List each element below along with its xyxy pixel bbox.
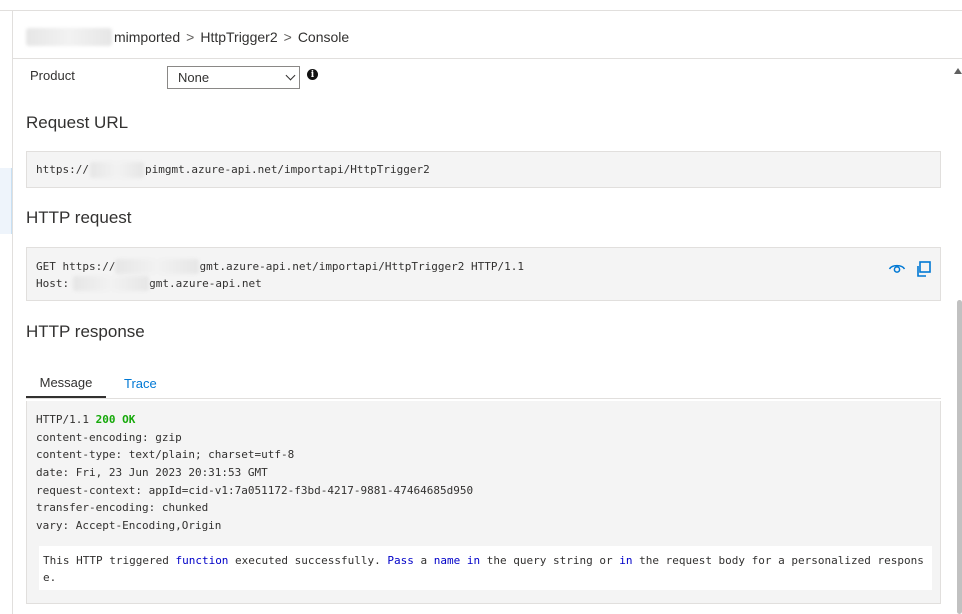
product-select[interactable]: None	[167, 66, 300, 89]
host-header-suffix: gmt.azure-api.net	[149, 277, 262, 290]
response-header: transfer-encoding: chunked	[36, 501, 209, 515]
http-request-box: GET https:// gmt.azure-api.net/importapi…	[26, 247, 941, 301]
left-rail	[12, 11, 13, 614]
body-text: This HTTP triggered	[43, 554, 176, 567]
status-code: 200 OK	[95, 413, 136, 427]
response-header: content-type: text/plain; charset=utf-8	[36, 448, 295, 462]
tab-message[interactable]: Message	[26, 368, 106, 398]
breadcrumb-separator: >	[283, 29, 292, 45]
response-header: vary: Accept-Encoding,Origin	[36, 518, 222, 532]
response-header: content-encoding: gzip	[36, 430, 182, 444]
breadcrumb: mimported > HttpTrigger2 > Console	[26, 28, 349, 46]
request-method-url-prefix: GET https://	[36, 260, 116, 273]
product-select-value: None	[178, 70, 210, 85]
body-keyword: in	[466, 554, 481, 567]
breadcrumb-item-api[interactable]: mimported	[114, 29, 180, 45]
copy-icon[interactable]	[915, 261, 931, 280]
response-body: This HTTP triggered function executed su…	[39, 546, 932, 590]
info-icon[interactable]: i	[307, 69, 318, 80]
redacted-text	[73, 276, 150, 291]
left-rail-selection	[0, 168, 12, 234]
redacted-text	[115, 259, 200, 274]
request-url-box: https:// pimgmt.azure-api.net/importapi/…	[26, 151, 941, 188]
body-keyword: function	[175, 554, 229, 567]
redacted-text	[89, 161, 144, 178]
request-line-1: GET https:// gmt.azure-api.net/importapi…	[36, 258, 931, 275]
body-text: a	[413, 554, 434, 567]
scroll-up-arrow[interactable]	[954, 66, 962, 76]
scrollbar-thumb[interactable]	[957, 300, 962, 614]
http-response-title: HTTP response	[26, 322, 145, 341]
eye-icon[interactable]	[888, 261, 906, 278]
body-keyword: Pass	[387, 554, 414, 567]
body-keyword: in	[619, 554, 633, 567]
request-url-prefix: https://	[36, 163, 89, 176]
redacted-text	[26, 28, 112, 46]
request-url-suffix: pimgmt.azure-api.net/importapi/HttpTrigg…	[144, 163, 430, 176]
status-protocol: HTTP/1.1	[36, 413, 96, 427]
breadcrumb-separator: >	[186, 29, 195, 45]
host-header-prefix: Host:	[36, 277, 70, 290]
response-header: date: Fri, 23 Jun 2023 20:31:53 GMT	[36, 466, 268, 480]
tabs-divider	[26, 398, 941, 399]
request-method-url-suffix: gmt.azure-api.net/importapi/HttpTrigger2…	[199, 260, 524, 273]
top-border	[0, 10, 962, 11]
body-keyword: name	[433, 554, 461, 567]
body-text: executed successfully.	[228, 554, 388, 567]
breadcrumb-item-console: Console	[297, 29, 350, 45]
product-label: Product	[30, 68, 75, 83]
tab-trace[interactable]: Trace	[109, 368, 172, 398]
request-url-title: Request URL	[26, 113, 129, 132]
breadcrumb-item-operation[interactable]: HttpTrigger2	[200, 29, 277, 45]
chevron-down-icon	[285, 70, 296, 81]
request-line-2: Host: gmt.azure-api.net	[36, 275, 931, 292]
status-line: HTTP/1.1 200 OK	[36, 411, 931, 429]
header-divider	[13, 58, 962, 59]
http-request-title: HTTP request	[26, 208, 132, 227]
response-header: request-context: appId=cid-v1:7a051172-f…	[36, 483, 474, 497]
body-text: the query string or	[480, 554, 620, 567]
body-text	[460, 554, 467, 567]
response-tabs: Message Trace	[26, 368, 172, 398]
http-response-box: HTTP/1.1 200 OK content-encoding: gzip c…	[26, 401, 941, 604]
